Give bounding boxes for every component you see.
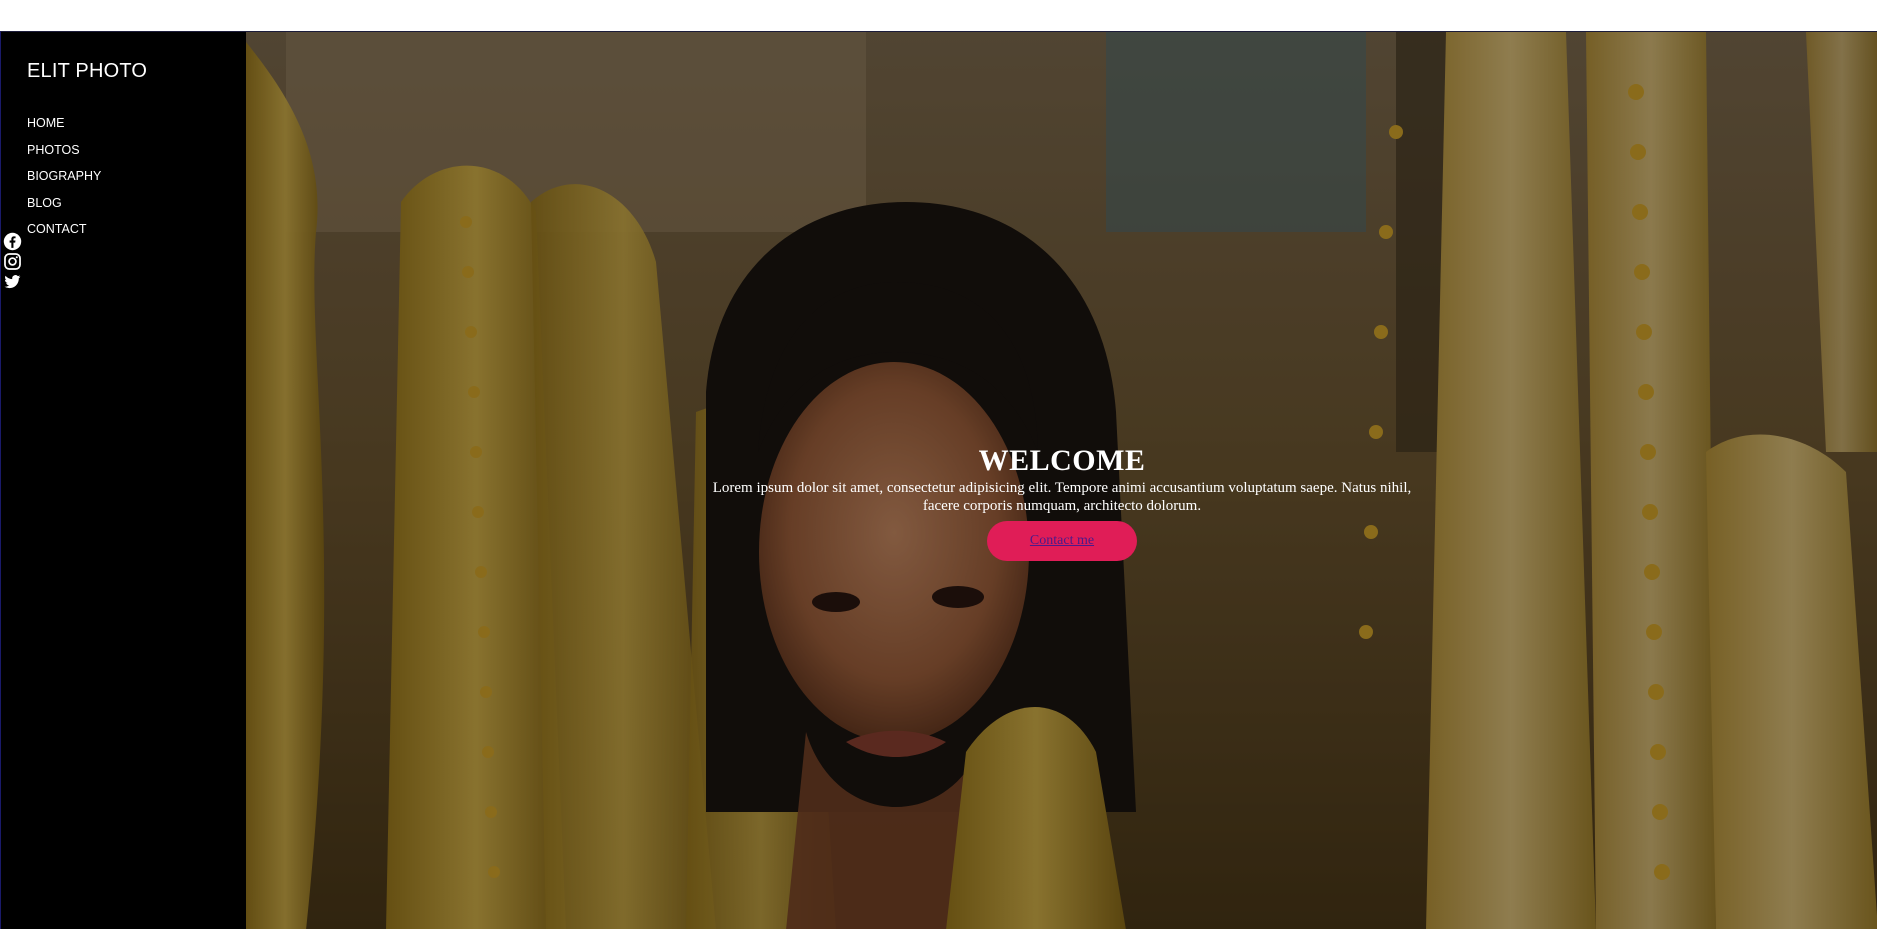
- nav-item-contact[interactable]: CONTACT: [27, 216, 101, 243]
- hero-section: WELCOME Lorem ipsum dolor sit amet, cons…: [246, 32, 1877, 929]
- main-nav: HOME PHOTOS BIOGRAPHY BLOG CONTACT: [27, 110, 101, 243]
- social-links: [3, 232, 23, 292]
- hero-title: WELCOME: [978, 444, 1146, 477]
- nav-item-biography[interactable]: BIOGRAPHY: [27, 163, 101, 190]
- nav-item-blog[interactable]: BLOG: [27, 190, 101, 217]
- nav-item-photos[interactable]: PHOTOS: [27, 137, 101, 164]
- twitter-icon[interactable]: [3, 272, 22, 291]
- sidebar: ELIT PHOTO HOME PHOTOS BIOGRAPHY BLOG CO…: [1, 32, 246, 929]
- instagram-icon[interactable]: [3, 252, 22, 271]
- contact-me-button[interactable]: Contact me: [987, 521, 1137, 561]
- browser-top-strip: [0, 0, 1877, 31]
- page-frame: ELIT PHOTO HOME PHOTOS BIOGRAPHY BLOG CO…: [0, 31, 1877, 929]
- hero-content: WELCOME Lorem ipsum dolor sit amet, cons…: [246, 443, 1877, 561]
- hero-lead-text: Lorem ipsum dolor sit amet, consectetur …: [712, 480, 1412, 514]
- site-logo[interactable]: ELIT PHOTO: [27, 60, 147, 83]
- facebook-icon[interactable]: [3, 232, 22, 251]
- nav-item-home[interactable]: HOME: [27, 110, 101, 137]
